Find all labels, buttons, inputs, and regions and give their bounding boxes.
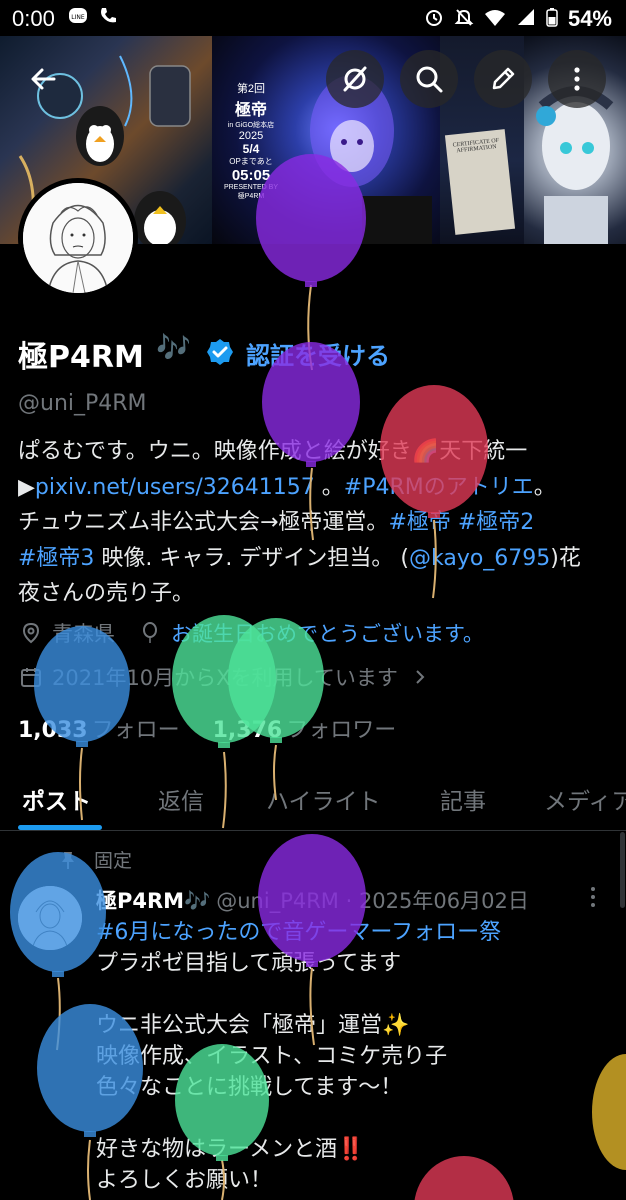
- tab-articles[interactable]: 記事: [440, 782, 486, 816]
- scrollbar[interactable]: [620, 832, 625, 908]
- tab-media[interactable]: メディア: [544, 782, 626, 816]
- profile-location: 青森県: [52, 622, 115, 646]
- back-button[interactable]: [14, 50, 72, 108]
- hashtag-link[interactable]: #極帝2: [458, 510, 534, 535]
- pin-icon: [62, 851, 74, 869]
- mute-icon: [454, 7, 474, 32]
- status-bar: 0:00 LINE 54%: [0, 0, 626, 36]
- music-notes-icon: 🎶: [184, 889, 211, 913]
- get-verified-link[interactable]: 認証を受ける: [246, 336, 390, 371]
- mention-link[interactable]: @kayo_6795: [409, 546, 550, 571]
- tab-replies[interactable]: 返信: [158, 782, 204, 816]
- battery-percent: 54%: [567, 6, 612, 31]
- certificate: CERTIFICATE OF AFFIRMATION: [444, 129, 516, 235]
- profile-bio: ぱるむです。ウニ。映像作成と絵が好き🌈天下統一 ▶pixiv.net/users…: [18, 439, 581, 606]
- more-vertical-icon: [591, 887, 595, 907]
- search-button[interactable]: [400, 50, 458, 108]
- pencil-icon: [492, 67, 515, 90]
- search-icon: [416, 66, 443, 93]
- battery-icon: [546, 7, 558, 32]
- tab-posts[interactable]: ポスト: [22, 782, 91, 816]
- hashtag-link[interactable]: #6月になったので音ゲーマーフォロー祭: [96, 917, 616, 948]
- pinned-indicator: 固定: [58, 846, 132, 873]
- post-handle-date: @uni_P4RM · 2025年06月02日: [216, 889, 529, 913]
- post-header: 極P4RM🎶 @uni_P4RM · 2025年06月02日: [96, 885, 529, 915]
- balloon-icon: [143, 622, 157, 643]
- more-options-button[interactable]: [548, 50, 606, 108]
- tab-highlights[interactable]: ハイライト: [266, 782, 381, 816]
- hashtag-link[interactable]: #極帝3: [18, 546, 94, 571]
- more-vertical-icon: [574, 67, 580, 91]
- hashtag-link[interactable]: #P4RMのアトリエ: [344, 475, 534, 500]
- following-stat[interactable]: 1,033 フォロー: [18, 718, 206, 743]
- arrow-left-icon: [31, 68, 56, 90]
- edit-button[interactable]: [474, 50, 532, 108]
- active-tab-indicator: [18, 825, 102, 830]
- line-app-icon: LINE: [68, 6, 88, 31]
- joined-row[interactable]: 2021年10月からXを利用しています: [20, 662, 428, 692]
- followers-stat[interactable]: 1,376 フォロワー: [213, 718, 423, 743]
- avatar-sketch: [23, 183, 133, 293]
- calendar-icon: [21, 668, 41, 687]
- profile-tabs: ポスト 返信 ハイライト 記事 メディア: [0, 770, 626, 831]
- svg-text:LINE: LINE: [71, 14, 85, 21]
- pixiv-link[interactable]: pixiv.net/users/32641157: [35, 475, 315, 500]
- phone-icon: [98, 6, 118, 31]
- chevron-right-icon: [416, 670, 425, 684]
- joined-date: 2021年10月からXを利用しています: [52, 666, 398, 690]
- display-name: 極P4RM: [18, 340, 144, 375]
- signal-icon: [516, 7, 536, 32]
- alarm-icon: [424, 7, 444, 32]
- post-avatar[interactable]: [18, 886, 82, 950]
- profile-meta-row: 青森県 お誕生日おめでとうございます。: [20, 618, 484, 648]
- profile-handle: @uni_P4RM: [18, 391, 147, 416]
- wifi-icon: [484, 7, 506, 32]
- music-notes-icon: 🎶: [156, 331, 191, 364]
- birthday-text: お誕生日おめでとうございます。: [171, 622, 484, 646]
- post-more-button[interactable]: [588, 885, 598, 915]
- verified-badge-icon: [205, 337, 235, 371]
- location-pin-icon: [22, 622, 40, 644]
- status-time: 0:00: [12, 6, 55, 31]
- grok-button[interactable]: [326, 50, 384, 108]
- balloon: [10, 852, 106, 1051]
- post-body: #6月になったので音ゲーマーフォロー祭 プラポゼ目指して頑張ってます ウニ非公式…: [96, 917, 616, 1196]
- hashtag-link[interactable]: #極帝: [388, 510, 450, 535]
- follow-stats: 1,033 フォロー 1,376 フォロワー: [18, 712, 422, 744]
- grok-icon: [343, 66, 367, 92]
- profile-avatar[interactable]: [18, 178, 138, 298]
- post-author-name[interactable]: 極P4RM: [96, 889, 184, 913]
